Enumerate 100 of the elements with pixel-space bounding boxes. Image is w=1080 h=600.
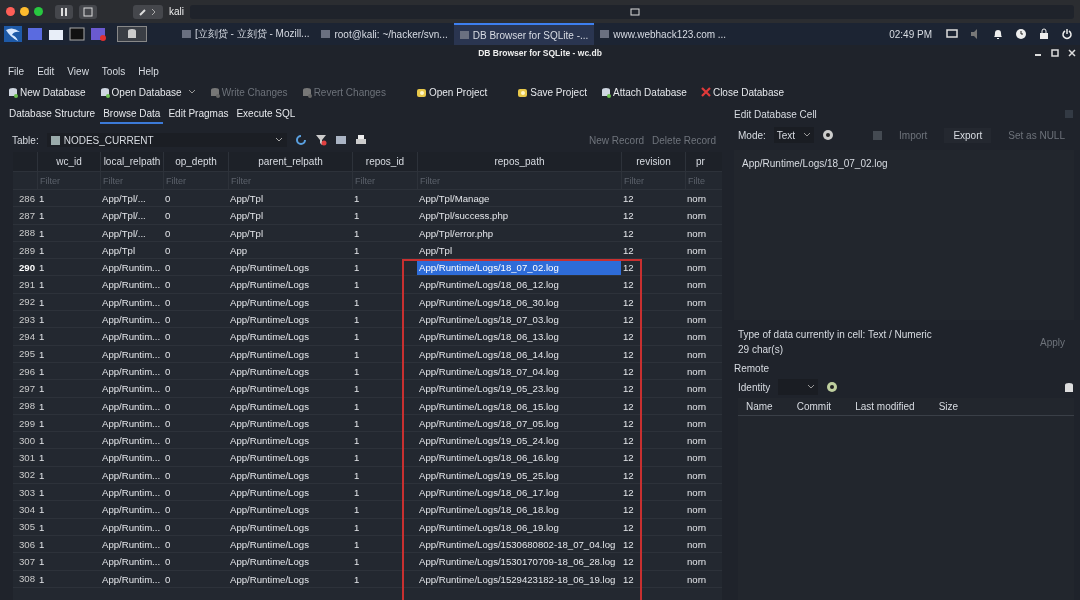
checkbox-icon[interactable] (873, 130, 883, 140)
table-cell-text: 1 (353, 192, 361, 206)
row-number[interactable]: 296 (13, 365, 37, 377)
row-number[interactable]: 308 (13, 573, 37, 585)
refresh-icon[interactable] (294, 134, 307, 146)
row-number[interactable]: 290 (13, 261, 37, 273)
task-button[interactable]: www.webhack123.com ... (594, 23, 733, 45)
gear-icon[interactable] (826, 381, 839, 393)
row-number[interactable]: 289 (13, 244, 37, 256)
table-cell-text: 12 (622, 451, 635, 466)
column-header[interactable]: revision (621, 152, 685, 172)
row-number[interactable]: 305 (13, 521, 37, 533)
terminal-icon[interactable] (69, 27, 85, 41)
column-header[interactable]: repos_path (417, 152, 621, 172)
toolbar-button[interactable]: Close Database (700, 86, 785, 98)
column-header[interactable]: Size (930, 401, 967, 412)
export-button[interactable]: Export (944, 127, 992, 143)
row-number[interactable]: 299 (13, 417, 37, 429)
desktop-icon[interactable] (27, 27, 43, 41)
settings-button[interactable] (133, 4, 163, 19)
row-number[interactable]: 307 (13, 555, 37, 567)
database-icon[interactable] (1064, 381, 1074, 393)
row-number[interactable]: 294 (13, 331, 37, 342)
filter-icon[interactable] (314, 134, 327, 146)
menu-item[interactable]: File (8, 65, 25, 77)
row-number[interactable]: 300 (13, 434, 37, 446)
power-icon[interactable] (1061, 28, 1073, 40)
table-dropdown[interactable]: NODES_CURRENT (46, 133, 287, 147)
row-number[interactable]: 298 (13, 400, 37, 412)
lock-icon[interactable] (1038, 28, 1050, 40)
table-cell-text: 12 (622, 347, 635, 362)
column-header[interactable]: local_relpath (100, 152, 163, 172)
screenshot-button[interactable] (79, 4, 97, 19)
pause-button[interactable] (55, 4, 73, 19)
column-header[interactable]: Commit (788, 401, 840, 412)
task-button[interactable]: root@kali: ~/hacker/svn... (315, 23, 454, 45)
column-header[interactable]: parent_relpath (228, 152, 352, 172)
zoom-dot[interactable] (34, 7, 43, 16)
row-number[interactable]: 302 (13, 469, 37, 481)
column-header[interactable]: pr (685, 152, 715, 172)
table-cell-text: App/Runtime/Logs/1530170709-18_06_28.log (418, 555, 617, 570)
column-header[interactable]: Name (738, 401, 781, 412)
table-cell-text: App/Runtim... (101, 486, 162, 501)
row-number[interactable]: 291 (13, 279, 37, 291)
toolbar-button[interactable]: Attach Database (600, 86, 687, 98)
row-number[interactable]: 287 (13, 209, 37, 221)
table-cell-text: 1 (353, 278, 361, 293)
print-icon[interactable] (354, 134, 367, 146)
toolbar-button[interactable]: Open Database (99, 86, 196, 98)
row-number[interactable]: 297 (13, 382, 37, 394)
database-icon (301, 86, 312, 98)
box-icon (517, 86, 529, 98)
toolbar-button[interactable]: New Database (8, 86, 86, 98)
monitor-icon[interactable] (946, 28, 958, 40)
menu-item[interactable]: Tools (101, 65, 126, 77)
column-header[interactable]: op_depth (163, 152, 228, 172)
caret-icon[interactable] (187, 89, 196, 95)
table-cell-text: norn (686, 572, 708, 587)
toolbar-button[interactable]: Save Project (517, 86, 587, 98)
column-header[interactable]: Last modified (847, 401, 923, 412)
task-button[interactable]: DB Browser for SQLite -... (453, 23, 595, 45)
row-number[interactable]: 295 (13, 348, 37, 360)
task-button[interactable]: [立刻贷 - 立刻贷 - Mozill... (176, 23, 316, 45)
tab[interactable]: Browse Data (100, 108, 164, 124)
row-number[interactable]: 292 (13, 296, 37, 308)
table-cell-text: norn (686, 468, 708, 483)
app-icon[interactable] (90, 27, 106, 41)
mode-dropdown[interactable]: Text (773, 127, 815, 143)
table-cell-text: norn (686, 399, 708, 414)
gear-icon[interactable] (822, 129, 835, 141)
column-header[interactable]: repos_id (352, 152, 417, 172)
box-icon (415, 86, 427, 98)
table-cell-text: norn (686, 364, 708, 379)
dragon-icon[interactable] (4, 26, 22, 42)
toolbar-button[interactable]: Open Project (415, 86, 488, 98)
table-cell-text: App/Runtime/Logs (229, 486, 310, 501)
table-cell-text: 1 (353, 399, 361, 414)
row-number[interactable]: 286 (13, 192, 37, 204)
row-number[interactable]: 306 (13, 538, 37, 550)
row-number[interactable]: 303 (13, 486, 37, 498)
close-icon[interactable] (1068, 49, 1076, 57)
tab[interactable]: Database Structure (6, 108, 99, 124)
menu-item[interactable]: Help (138, 65, 159, 77)
menu-item[interactable]: View (67, 65, 89, 77)
save-icon[interactable] (334, 134, 347, 146)
tab[interactable]: Edit Pragmas (165, 108, 232, 124)
row-number[interactable]: 301 (13, 452, 37, 464)
row-number[interactable]: 293 (13, 313, 37, 325)
maximize-icon[interactable] (1051, 49, 1059, 57)
row-number[interactable]: 288 (13, 227, 37, 239)
column-header[interactable]: wc_id (37, 152, 100, 172)
tab[interactable]: Execute SQL (233, 108, 299, 124)
database-task-button[interactable] (117, 26, 147, 42)
bell-icon[interactable] (992, 28, 1004, 40)
row-number[interactable]: 304 (13, 504, 37, 515)
clock-icon[interactable] (1015, 28, 1027, 40)
minimize-dot[interactable] (20, 7, 29, 16)
table-cell-text: 1 (38, 451, 46, 466)
close-dot[interactable] (6, 7, 15, 16)
menu-item[interactable]: Edit (37, 65, 55, 77)
